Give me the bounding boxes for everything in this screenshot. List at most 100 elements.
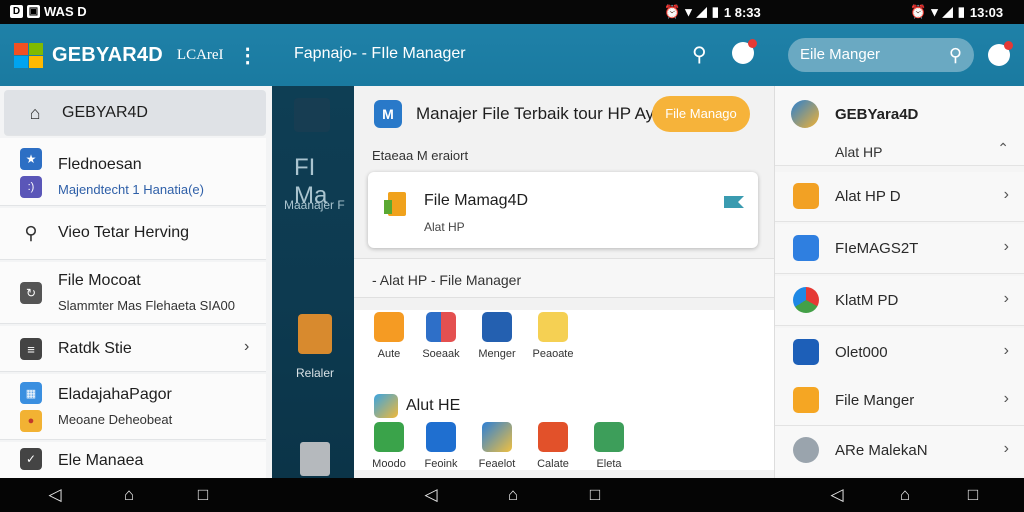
card-subtitle: Alat HP: [424, 220, 465, 234]
folder-icon: [384, 192, 406, 216]
section-header: Alut HE: [374, 394, 460, 418]
pen-icon: [594, 422, 624, 452]
back-button[interactable]: ◁: [416, 485, 446, 505]
status-time: 1 8:33: [723, 4, 761, 20]
chevron-right-icon: ›: [1003, 390, 1009, 407]
list-item[interactable]: ARe MalekaN ›: [775, 426, 1024, 476]
file-icon: [793, 235, 819, 261]
drawer-item[interactable]: ↻ File Mocoat Slammter Mas Flehaeta SIA0…: [0, 262, 266, 324]
window-icon: [426, 422, 456, 452]
notification-icon[interactable]: [988, 41, 1013, 66]
signal-icon: ◢: [696, 4, 707, 19]
category-divider: - Alat HP - File Manager: [354, 258, 774, 298]
wifi-icon: ▾: [685, 4, 692, 19]
middle-title: Fapnajo- - FIle Manager: [294, 45, 466, 62]
list-item[interactable]: File Manger ›: [775, 376, 1024, 426]
notification-icon: D: [10, 5, 23, 18]
file-manager-button[interactable]: File Manago: [652, 96, 750, 132]
drawer-item[interactable]: ⚲ Vieo Tetar Herving: [0, 208, 266, 260]
featured-card[interactable]: File Mamag4D Alat HP: [368, 172, 758, 248]
folder-icon: ▦: [20, 382, 42, 404]
bookmark-icon: ●: [20, 410, 42, 432]
drawer-item[interactable]: ≡ Ratdk Stie ›: [0, 326, 266, 372]
app-tile[interactable]: Feaelot: [472, 422, 522, 470]
windows-logo-icon: [12, 41, 44, 69]
refresh-icon: ↻: [20, 282, 42, 304]
recent-apps-button[interactable]: □: [188, 485, 218, 505]
drawer-item[interactable]: ★ :) Flednoesan Majendtecht 1 Hanatia(e): [0, 138, 266, 206]
search-icon[interactable]: ⚲: [692, 42, 707, 67]
strip-label: Relaler: [296, 366, 335, 380]
home-button[interactable]: ⌂: [114, 485, 144, 505]
list-item[interactable]: KlatM PD ›: [775, 276, 1024, 326]
drawer-item-label: Vieo Tetar Herving: [58, 224, 190, 241]
more-icon[interactable]: ⋮: [238, 43, 258, 68]
battery-icon: ▮: [957, 4, 965, 19]
status-time: 13:03: [969, 4, 1004, 20]
search-text: Eile Manger: [800, 46, 881, 63]
app-header-item[interactable]: GEBYara4D Alat HP ⌃: [775, 86, 1024, 166]
drawer-item-label: Ratdk Stie: [58, 340, 132, 357]
drawer-item-home[interactable]: ⌂ GEBYAR4D: [4, 90, 266, 136]
star-icon: ★: [20, 148, 42, 170]
recent-apps-button[interactable]: □: [958, 485, 988, 505]
document-icon: [300, 442, 330, 476]
list-item-label: KlatM PD: [835, 292, 899, 309]
file-icon: [374, 312, 404, 342]
app-logo-icon: [791, 100, 819, 128]
drawer-item[interactable]: ✓ Ele Manaea: [0, 442, 266, 478]
notification-icon[interactable]: [732, 39, 757, 64]
app-label: Calate: [537, 458, 569, 470]
home-button[interactable]: ⌂: [890, 485, 920, 505]
calendar-icon: [538, 422, 568, 452]
recent-apps-button[interactable]: □: [580, 485, 610, 505]
app-tile[interactable]: Soeaak: [416, 312, 466, 360]
list-item[interactable]: Alat HP D ›: [775, 172, 1024, 222]
drawer-item-sublabel: Meoane Deheobeat: [58, 412, 173, 427]
flag-icon[interactable]: [724, 194, 744, 210]
search-icon[interactable]: ⚲: [949, 38, 962, 72]
right-panel: GEBYara4D Alat HP ⌃ Alat HP D › FIeMAGS2…: [774, 86, 1024, 478]
app-tile[interactable]: Moodo: [364, 422, 414, 470]
alarm-icon: ⏰: [910, 4, 927, 19]
list-item[interactable]: FIeMAGS2T ›: [775, 224, 1024, 274]
drawer-item-sublabel: Majendtecht 1 Hanatia(e): [58, 182, 204, 197]
box-icon: [793, 339, 819, 365]
list-item[interactable]: Olet000 ›: [775, 328, 1024, 378]
chat-icon: [374, 422, 404, 452]
app-label: Feaelot: [478, 458, 516, 470]
drawer-item-label: EladajahaPagor: [58, 386, 172, 403]
nav-group-left: ◁ ⌂ □: [40, 478, 218, 512]
app-tile[interactable]: Aute: [364, 312, 414, 360]
app-tile[interactable]: Feoink: [416, 422, 466, 470]
folder-icon: [793, 387, 819, 413]
home-button[interactable]: ⌂: [498, 485, 528, 505]
app-tile[interactable]: Peaoate: [528, 312, 578, 360]
drawer-item[interactable]: ▦ ● EladajahaPagor Meoane Deheobeat: [0, 374, 266, 440]
back-button[interactable]: ◁: [40, 485, 70, 505]
chevron-up-icon[interactable]: ⌃: [997, 140, 1009, 157]
background-app-strip: FI Ma Maanajer F Relaler: [272, 24, 354, 478]
app-logo-icon: [374, 394, 398, 418]
app-tile[interactable]: Calate: [528, 422, 578, 470]
app-tile[interactable]: Menger: [472, 312, 522, 360]
search-bar[interactable]: Eile Manger ⚲: [788, 38, 974, 72]
drawer-item-label: GEBYAR4D: [62, 104, 148, 121]
app-sublabel: Alat HP: [835, 144, 883, 160]
card-title: File Mamag4D: [424, 192, 529, 209]
battery-icon: ▮: [711, 4, 719, 19]
app-tile[interactable]: Eleta: [584, 422, 634, 470]
note-icon: [538, 312, 568, 342]
navigation-bar: ◁ ⌂ □ ◁ ⌂ □ ◁ ⌂ □: [0, 478, 1024, 512]
list-item-label: Alat HP D: [835, 188, 901, 205]
chevron-right-icon: ›: [1003, 186, 1009, 203]
document-icon: [298, 314, 332, 354]
status-right: ⏰ ▾ ◢ ▮ 13:03: [910, 4, 1003, 20]
middle-header: Fapnajo- - FIle Manager ⚲: [272, 24, 774, 86]
back-button[interactable]: ◁: [822, 485, 852, 505]
home-icon: ⌂: [29, 102, 41, 123]
drawer-item-label: Flednoesan: [58, 156, 142, 173]
status-left: D ▣ WAS D: [10, 4, 87, 19]
search-icon: ⚲: [24, 222, 38, 243]
drawer-item-sublabel: Slammter Mas Flehaeta SIA00: [58, 298, 236, 313]
